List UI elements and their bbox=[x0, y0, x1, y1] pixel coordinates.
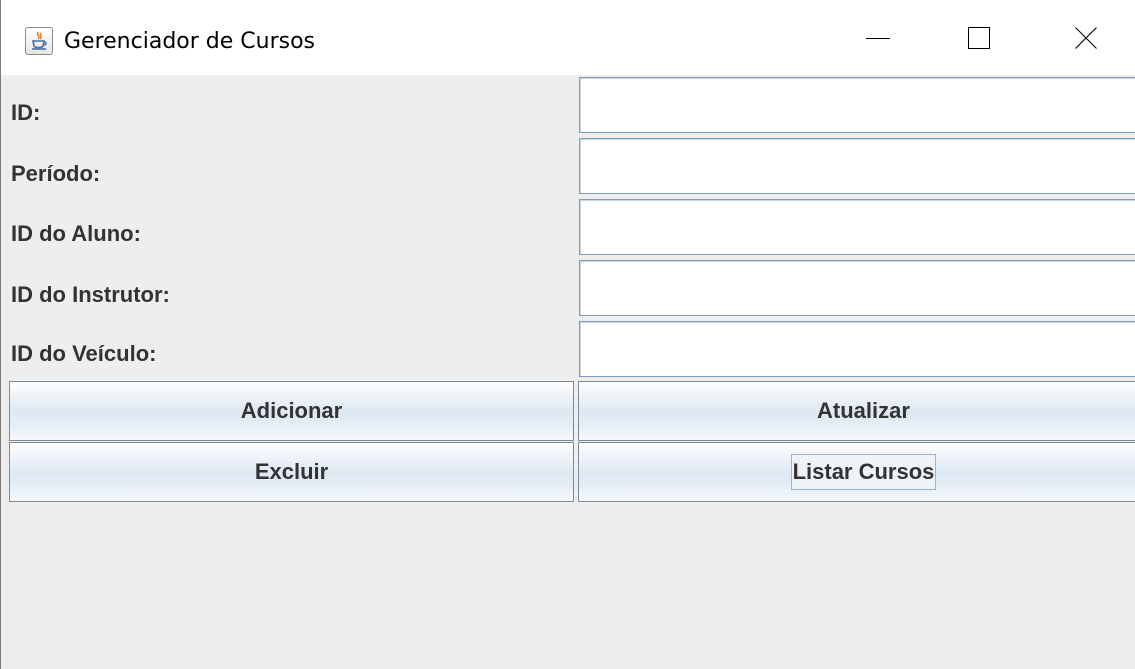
list-courses-button-label: Listar Cursos bbox=[790, 454, 937, 490]
maximize-button[interactable] bbox=[950, 0, 1008, 75]
id-field[interactable] bbox=[579, 77, 1135, 133]
delete-button-label: Excluir bbox=[254, 459, 329, 484]
window-title: Gerenciador de Cursos bbox=[64, 29, 316, 54]
java-cup-icon bbox=[25, 27, 53, 55]
periodo-field[interactable] bbox=[579, 138, 1135, 194]
aluno-id-field[interactable] bbox=[579, 199, 1135, 255]
delete-button[interactable]: Excluir bbox=[9, 442, 574, 502]
aluno-id-label: ID do Aluno: bbox=[11, 221, 141, 246]
form-panel: ID: Período: ID do Aluno: ID do Instruto… bbox=[1, 75, 1135, 669]
update-button-label: Atualizar bbox=[817, 398, 910, 423]
list-courses-button[interactable]: Listar Cursos bbox=[578, 442, 1135, 502]
periodo-label: Período: bbox=[11, 161, 101, 186]
minimize-icon bbox=[866, 26, 890, 50]
id-label: ID: bbox=[11, 100, 41, 125]
close-icon bbox=[1075, 26, 1097, 49]
maximize-icon bbox=[968, 26, 990, 49]
veiculo-id-field[interactable] bbox=[579, 321, 1135, 377]
close-button[interactable] bbox=[1057, 0, 1115, 75]
app-window: Gerenciador de Cursos ID: Período: ID do… bbox=[0, 0, 1135, 669]
add-button-label: Adicionar bbox=[240, 398, 343, 423]
veiculo-id-label: ID do Veículo: bbox=[11, 341, 157, 366]
minimize-button[interactable] bbox=[849, 0, 907, 75]
instrutor-id-field[interactable] bbox=[579, 260, 1135, 316]
update-button[interactable]: Atualizar bbox=[578, 381, 1135, 441]
title-bar[interactable]: Gerenciador de Cursos bbox=[1, 0, 1135, 75]
instrutor-id-label: ID do Instrutor: bbox=[11, 282, 170, 307]
add-button[interactable]: Adicionar bbox=[9, 381, 574, 441]
